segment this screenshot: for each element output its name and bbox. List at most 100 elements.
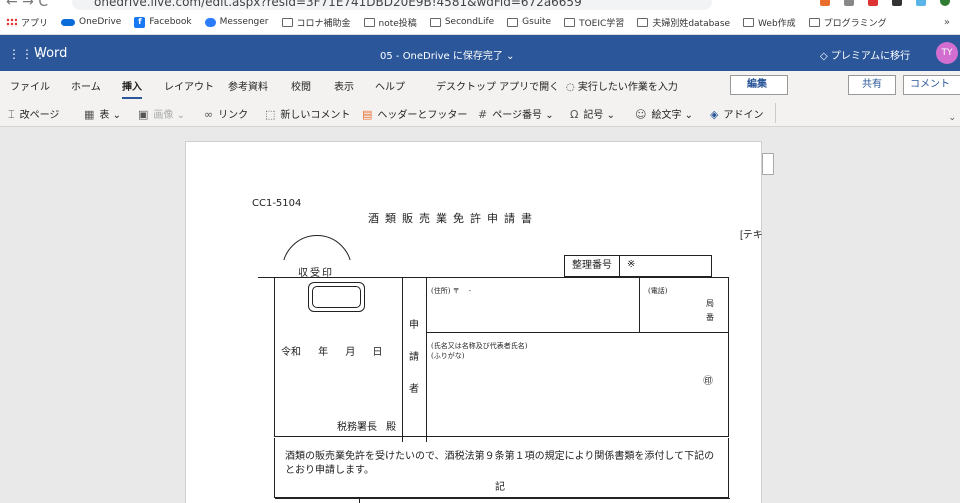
- phone-exchange-label: 局: [706, 299, 714, 308]
- folder-icon: [281, 17, 293, 27]
- cloud-icon: [61, 18, 76, 26]
- address-bar[interactable]: onedrive.live.com/edit.aspx?resid=3F71E7…: [72, 0, 712, 10]
- bookmark-folder[interactable]: プログラミング: [808, 16, 887, 29]
- form-title: 酒類販売業免許申請書: [368, 212, 538, 225]
- receipt-column: 令和 年 月 日 税務署長 殿: [275, 278, 403, 442]
- bookmark-folder[interactable]: 夫婦別姓database: [637, 16, 730, 29]
- tab-file[interactable]: ファイル: [10, 78, 50, 93]
- lightbulb-icon: ◌: [566, 82, 578, 93]
- tab-review[interactable]: 校閲: [291, 78, 311, 93]
- bookmark-folder[interactable]: Gsuite: [507, 17, 551, 27]
- bookmark-folder[interactable]: Web作成: [743, 16, 796, 29]
- form-code: CC1-5104: [252, 198, 302, 209]
- reference-number-label: 整理番号: [565, 256, 620, 276]
- header-footer-icon: ▤: [362, 108, 373, 121]
- edit-mode-button[interactable]: 編集: [730, 75, 788, 95]
- address-label: (住所) 〒 -: [431, 287, 471, 295]
- lower-divider: [359, 498, 360, 503]
- folder-icon: [637, 17, 649, 27]
- lower-rule: [275, 498, 730, 499]
- collapse-ribbon-icon[interactable]: ⌄: [948, 113, 956, 123]
- app-name[interactable]: Word: [34, 46, 67, 61]
- picture-button[interactable]: ▣ 画像 ⌄: [138, 106, 185, 121]
- share-button[interactable]: 共有: [848, 75, 896, 95]
- emoji-icon: ☺: [635, 108, 647, 121]
- phone-number-label: 番: [706, 313, 714, 322]
- bookmark-apps[interactable]: アプリ: [6, 16, 48, 29]
- bookmarks-bar: アプリ OneDrive f Facebook Messenger コロナ補助金 …: [0, 10, 960, 35]
- link-button[interactable]: ∞ リンク: [204, 106, 248, 121]
- header-footer-button[interactable]: ▤ ヘッダーとフッター: [362, 106, 467, 121]
- tab-help[interactable]: ヘルプ: [375, 78, 405, 93]
- folder-icon: [429, 17, 441, 27]
- applicant-column: 申請者: [403, 278, 427, 442]
- side-scroll-box[interactable]: [762, 153, 774, 175]
- extension-icon[interactable]: [868, 0, 878, 6]
- tab-references[interactable]: 参考資料: [228, 78, 268, 93]
- statement-text: 酒類の販売業免許を受けたいので、酒税法第９条第１項の規定により関係書類を添付して…: [285, 451, 715, 476]
- comments-button[interactable]: コメント: [903, 75, 960, 95]
- folder-icon: [507, 17, 519, 27]
- avatar[interactable]: TY: [936, 42, 958, 64]
- profile-icon[interactable]: [940, 0, 950, 6]
- tab-home[interactable]: ホーム: [71, 78, 101, 93]
- side-text-tag: [テキ: [740, 230, 763, 241]
- reference-number-box: 整理番号 ※: [564, 255, 712, 277]
- folder-icon: [564, 17, 576, 27]
- messenger-icon: [204, 17, 216, 27]
- reference-mark: ※: [627, 259, 636, 270]
- extension-icons: [820, 0, 950, 6]
- facebook-icon: f: [134, 16, 146, 28]
- tab-layout[interactable]: レイアウト: [164, 78, 214, 93]
- folder-icon: [363, 17, 375, 27]
- app-header: ⋮⋮⋮ Word 05 - OneDrive に保存完了 ⌄ ◇ プレミアムに移…: [0, 35, 960, 71]
- symbol-button[interactable]: Ω 記号 ⌄: [570, 106, 615, 121]
- extension-icon[interactable]: [892, 0, 902, 6]
- ki-heading: 記: [495, 482, 505, 493]
- folder-icon: [743, 17, 755, 27]
- tab-view[interactable]: 表示: [334, 78, 354, 93]
- name-label: (氏名又は名称及び代表者氏名) (ふりがな): [431, 342, 528, 360]
- browser-url-bar: ← → C onedrive.live.com/edit.aspx?resid=…: [0, 0, 960, 10]
- bookmarks-more-icon[interactable]: »: [944, 17, 950, 28]
- bookmark-folder[interactable]: コロナ補助金: [281, 16, 351, 29]
- picture-icon: ▣: [138, 108, 149, 121]
- toolbar-divider: [775, 103, 776, 123]
- tell-me-search[interactable]: ◌ 実行したい作業を入力: [566, 78, 678, 93]
- bookmark-messenger[interactable]: Messenger: [204, 17, 269, 27]
- addins-button[interactable]: ◈ アドイン: [710, 106, 763, 121]
- link-icon: ∞: [204, 108, 214, 121]
- bookmark-folder[interactable]: TOEIC学習: [564, 16, 624, 29]
- address-row: (住所) 〒 - (電話) 局 番: [427, 278, 728, 333]
- bookmark-folder[interactable]: SecondLife: [429, 17, 494, 27]
- applicant-label: 申請者: [409, 320, 419, 395]
- application-table: 令和 年 月 日 税務署長 殿 申請者 (住所) 〒 - (電話) 局 番 (氏…: [274, 277, 729, 442]
- page-break-button[interactable]: ⌶ 改ページ: [8, 106, 59, 122]
- extension-icon[interactable]: [844, 0, 854, 6]
- extension-icon[interactable]: [916, 0, 926, 6]
- date-field: 令和 年 月 日: [281, 347, 383, 358]
- tax-office-field: 税務署長 殿: [337, 422, 397, 433]
- table-button[interactable]: ▦ 表 ⌄: [84, 106, 121, 121]
- tab-insert[interactable]: 挿入: [122, 78, 142, 99]
- bookmark-onedrive[interactable]: OneDrive: [61, 17, 121, 27]
- premium-link[interactable]: ◇ プレミアムに移行: [820, 47, 910, 62]
- document-title[interactable]: 05 - OneDrive に保存完了 ⌄: [380, 47, 514, 62]
- tab-open-desktop[interactable]: デスクトップ アプリで開く: [436, 78, 559, 93]
- page-number-icon: #: [478, 108, 488, 121]
- back-forward-icon[interactable]: ← → C: [6, 0, 48, 10]
- bookmark-folder[interactable]: note投稿: [363, 16, 417, 29]
- stamp-box: [308, 282, 365, 312]
- new-comment-button[interactable]: ⬚ 新しいコメント: [265, 106, 350, 121]
- insert-toolbar: ⌶ 改ページ ▦ 表 ⌄ ▣ 画像 ⌄ ∞ リンク ⬚ 新しいコメント ▤ ヘッダーとフッタ…: [0, 99, 960, 127]
- apps-grid-icon: [6, 17, 17, 27]
- addin-icon: ◈: [710, 108, 719, 121]
- document-page[interactable]: CC1-5104 酒類販売業免許申請書 収受印 整理番号 ※ 令和 年 月 日 …: [185, 141, 762, 503]
- emoji-button[interactable]: ☺ 絵文字 ⌄: [635, 106, 693, 121]
- extension-icon[interactable]: [820, 0, 830, 6]
- folder-icon: [808, 17, 820, 27]
- bookmark-facebook[interactable]: f Facebook: [134, 16, 192, 28]
- page-number-button[interactable]: # ページ番号 ⌄: [478, 106, 554, 121]
- table-top-rule: [258, 277, 274, 278]
- document-canvas[interactable]: CC1-5104 酒類販売業免許申請書 収受印 整理番号 ※ 令和 年 月 日 …: [0, 127, 960, 503]
